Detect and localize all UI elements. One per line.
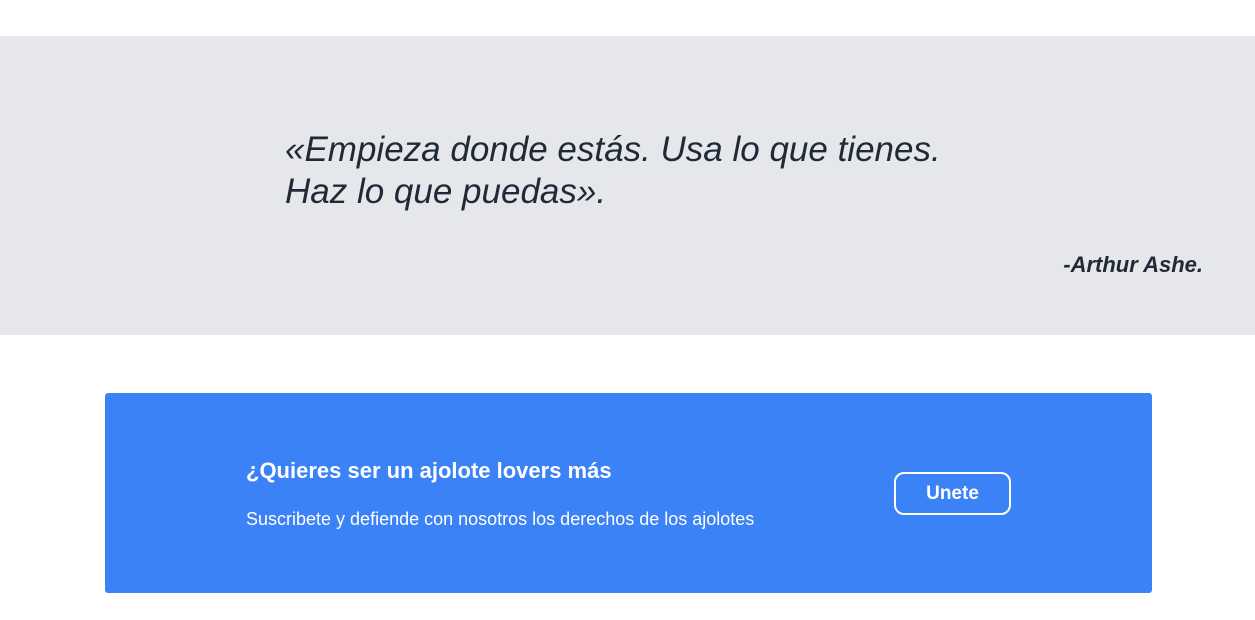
quote-line-2: Haz lo que puedas». — [285, 172, 607, 211]
quote-section: «Empieza donde estás. Usa lo que tienes.… — [0, 36, 1255, 335]
quote-line-1: «Empieza donde estás. Usa lo que tienes. — [285, 130, 941, 169]
quote-author: -Arthur Ashe. — [1063, 252, 1203, 277]
subscribe-subtitle: Suscribete y defiende con nosotros los d… — [246, 509, 755, 529]
join-button[interactable]: Unete — [894, 472, 1011, 515]
subscribe-card: ¿Quieres ser un ajolote lovers más Suscr… — [105, 393, 1152, 593]
subscribe-title: ¿Quieres ser un ajolote lovers más — [246, 458, 612, 483]
quote-text: «Empieza donde estás. Usa lo que tienes.… — [285, 129, 1045, 213]
